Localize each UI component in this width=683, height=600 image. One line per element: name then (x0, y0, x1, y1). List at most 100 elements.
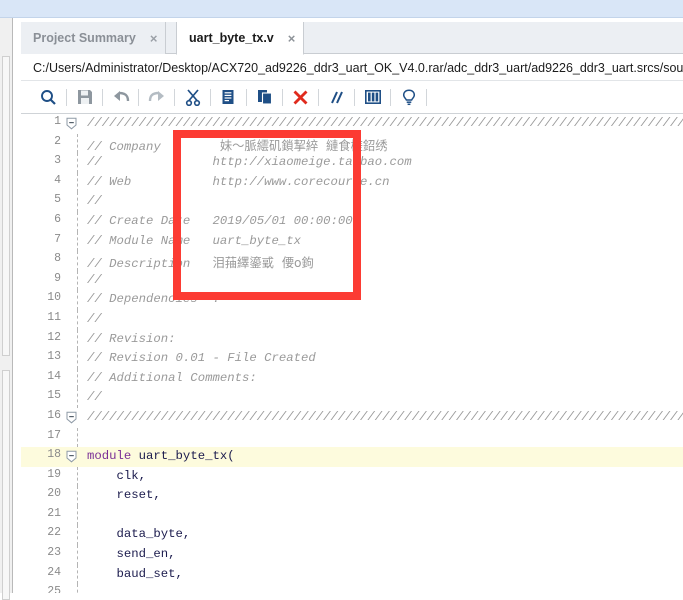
code-line[interactable]: 7 // Module Name uart_byte_tx (21, 231, 683, 252)
indent-guide (77, 329, 78, 350)
code-editor-pane[interactable]: 1///////////////////////////////////////… (21, 114, 683, 593)
code-token-cmt: // Create Date 2019/05/01 00:00:00 (87, 213, 353, 228)
code-line[interactable]: 17 (21, 427, 683, 448)
close-icon[interactable]: × (150, 32, 158, 45)
tab-label: uart_byte_tx.v (189, 31, 274, 45)
code-token-cmt: // Dependencies : (87, 292, 220, 307)
code-line-text: // Additional Comments: (87, 371, 257, 385)
code-line[interactable]: 12 // Revision: (21, 329, 683, 350)
columns-icon[interactable] (359, 84, 386, 111)
indent-guide (77, 427, 78, 448)
indent-guide (77, 290, 78, 310)
code-line[interactable]: 13 // Revision 0.01 - File Created (21, 349, 683, 369)
left-dock-panel-upper[interactable] (2, 56, 10, 356)
toolbar-separator (210, 88, 211, 106)
code-line[interactable]: 25 (21, 584, 683, 593)
indent-guide (77, 251, 78, 271)
code-line-text: ////////////////////////////////////////… (87, 410, 683, 424)
code-token-cjk: 泪菗繹鎏戜 偠o鉤 (212, 256, 314, 271)
code-line-text: reset, (87, 488, 161, 502)
code-line[interactable]: 15 // (21, 388, 683, 408)
code-token-cmt: // Revision 0.01 - File Created (87, 351, 316, 366)
indent-guide (77, 133, 78, 154)
code-line[interactable]: 20 reset, (21, 486, 683, 506)
code-line-text: // Create Date 2019/05/01 00:00:00 (87, 214, 353, 228)
code-line[interactable]: 3 // http://xiaomeige.taobao.com (21, 153, 683, 173)
title-band (0, 0, 683, 18)
indent-guide (77, 525, 78, 546)
code-line[interactable]: 21 (21, 505, 683, 526)
code-token-plain: clk, (87, 468, 147, 483)
lightbulb-icon[interactable] (395, 84, 422, 111)
file-path-bar: C:/Users/Administrator/Desktop/ACX720_ad… (21, 55, 683, 81)
indent-guide (77, 486, 78, 506)
code-line-text: // Module Name uart_byte_tx (87, 234, 301, 248)
fold-collapse-icon[interactable] (65, 450, 78, 463)
editor-toolbar (21, 81, 683, 114)
code-line[interactable]: 11 // (21, 309, 683, 330)
line-number: 17 (47, 428, 61, 442)
find-icon[interactable] (35, 84, 62, 111)
code-line[interactable]: 19 clk, (21, 466, 683, 487)
fold-collapse-icon[interactable] (65, 411, 78, 424)
code-token-plain: uart_byte_tx( (131, 449, 235, 464)
line-number: 23 (47, 546, 61, 560)
line-number: 3 (54, 154, 61, 168)
indent-guide (77, 192, 78, 212)
line-number: 7 (54, 232, 61, 246)
code-line-text: // Description 泪菗繹鎏戜 偠o鉤 (87, 253, 314, 271)
code-lines-container: 1///////////////////////////////////////… (21, 114, 683, 593)
line-number: 9 (54, 271, 61, 285)
code-line[interactable]: 6 // Create Date 2019/05/01 00:00:00 (21, 211, 683, 232)
save-icon[interactable] (71, 84, 98, 111)
indent-guide (77, 368, 78, 389)
code-line[interactable]: 9 // (21, 270, 683, 291)
code-line-text: // (87, 194, 102, 208)
line-number: 5 (54, 193, 61, 207)
copy-icon[interactable] (215, 84, 242, 111)
code-token-cmt: // (87, 390, 102, 405)
cut-icon[interactable] (179, 84, 206, 111)
undo-icon[interactable] (107, 84, 134, 111)
code-line[interactable]: 10 // Dependencies : (21, 290, 683, 310)
close-icon[interactable]: × (288, 32, 296, 45)
tab-project-summary[interactable]: Project Summary × (21, 22, 167, 54)
code-line[interactable]: 23 send_en, (21, 545, 683, 565)
line-number: 11 (47, 310, 61, 324)
paste-icon[interactable] (251, 84, 278, 111)
indent-guide (77, 231, 78, 252)
delete-icon[interactable] (287, 84, 314, 111)
left-dock-panel-lower[interactable] (2, 370, 10, 600)
toolbar-separator (66, 88, 67, 106)
line-number: 1 (54, 115, 61, 128)
code-line-text: // Revision 0.01 - File Created (87, 351, 316, 365)
redo-icon[interactable] (143, 84, 170, 111)
code-line-text: // http://xiaomeige.taobao.com (87, 155, 412, 169)
code-token-cmt: // http://xiaomeige.taobao.com (87, 155, 412, 170)
file-path-text: C:/Users/Administrator/Desktop/ACX720_ad… (33, 60, 683, 75)
indent-guide (77, 505, 78, 526)
line-number: 22 (47, 526, 61, 540)
code-token-cmt: // Company (87, 139, 220, 154)
code-line[interactable]: 5 // (21, 192, 683, 212)
code-line[interactable]: 18 module uart_byte_tx( (21, 447, 683, 467)
toolbar-separator (390, 88, 391, 106)
code-line[interactable]: 1 ///////////////////////////////////////… (21, 114, 683, 134)
comment-icon[interactable] (323, 84, 350, 111)
fold-collapse-icon[interactable] (65, 117, 78, 130)
toolbar-separator (282, 88, 283, 106)
code-token-plain: reset, (87, 488, 161, 503)
code-line[interactable]: 24 baud_set, (21, 564, 683, 585)
code-token-plain: send_en, (87, 547, 176, 562)
code-line[interactable]: 4 // Web http://www.corecourse.cn (21, 172, 683, 193)
toolbar-separator (318, 88, 319, 106)
tab-uart-byte-tx-v[interactable]: uart_byte_tx.v × (176, 22, 305, 55)
code-line[interactable]: 22 data_byte, (21, 525, 683, 546)
code-line-text: // Revision: (87, 332, 176, 346)
line-number: 13 (47, 350, 61, 364)
code-token-cmt: // Description (87, 257, 213, 272)
code-line[interactable]: 14 // Additional Comments: (21, 368, 683, 389)
code-line[interactable]: 16 //////////////////////////////////////… (21, 408, 683, 428)
code-line[interactable]: 2 // Company 妹〜脈繧矶鎖挈綷 縺食槎鉊绣 (21, 133, 683, 154)
code-line[interactable]: 8 // Description 泪菗繹鎏戜 偠o鉤 (21, 251, 683, 271)
